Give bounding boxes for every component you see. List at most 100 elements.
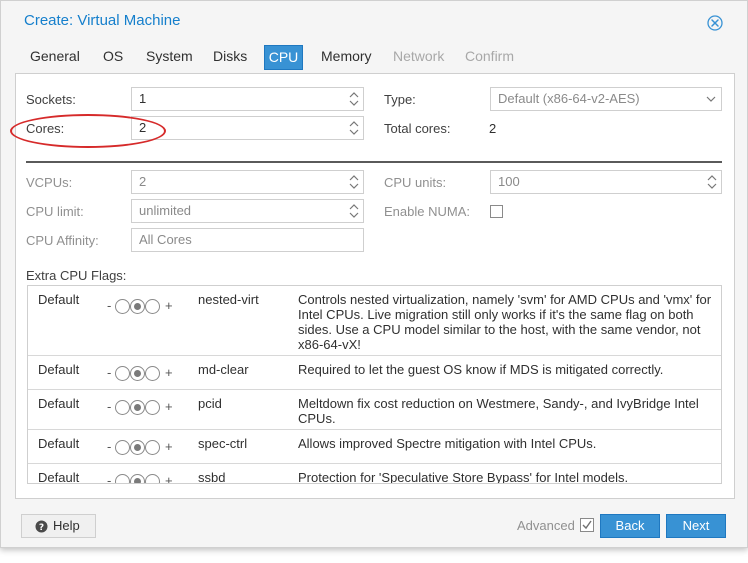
flag-plus-label: + [165,365,173,380]
cpu-affinity-label: CPU Affinity: [26,233,99,248]
cores-value: 2 [139,120,147,135]
total-cores-value: 2 [489,121,497,136]
cpu-flags-grid: Default - + nested-virt Controls nested … [27,285,722,484]
type-select[interactable]: Default (x86-64-v2-AES) [490,87,722,111]
flag-name: spec-ctrl [198,436,248,451]
tab-confirm: Confirm [465,48,515,64]
cores-spinner[interactable]: 2 [131,116,364,140]
spinner-icon[interactable] [707,174,717,190]
flag-tristate-toggle: - + [107,473,177,484]
flag-off-radio[interactable] [115,440,130,455]
back-button[interactable]: Back [600,514,660,538]
flag-minus-label: - [107,365,112,380]
table-row: Default - + nested-virt Controls nested … [28,286,721,356]
svg-text:?: ? [39,523,44,533]
flag-plus-label: + [165,473,173,484]
cpu-limit-label: CPU limit: [26,204,84,219]
close-icon[interactable] [707,15,723,31]
cpu-units-spinner[interactable]: 100 [490,170,722,194]
flag-default-radio[interactable] [130,299,145,314]
flag-state: Default [38,470,80,484]
spinner-icon[interactable] [349,120,359,136]
flag-on-radio[interactable] [145,366,160,381]
flag-tristate-toggle: - + [107,298,177,315]
flag-minus-label: - [107,298,112,313]
help-button[interactable]: ? Help [21,514,96,538]
cpu-limit-value: unlimited [139,203,192,218]
flag-description: Meltdown fix cost reduction on Westmere,… [298,396,699,426]
flag-on-radio[interactable] [145,474,160,483]
help-label: Help [53,518,80,533]
flag-plus-label: + [165,399,173,414]
flag-plus-label: + [165,439,173,454]
flag-state: Default [38,396,80,411]
flag-plus-label: + [165,298,173,313]
spinner-icon[interactable] [349,174,359,190]
flag-name: md-clear [198,362,249,377]
flag-description: Allows improved Spectre mitigation with … [298,436,597,451]
flag-on-radio[interactable] [145,440,160,455]
flag-off-radio[interactable] [115,474,130,483]
flag-on-radio[interactable] [145,299,160,314]
flag-state: Default [38,292,80,307]
flag-state: Default [38,436,80,451]
sockets-value: 1 [139,91,147,106]
enable-numa-checkbox[interactable] [490,205,503,218]
advanced-checkbox[interactable] [580,518,594,532]
dialog-title: Create: Virtual Machine [24,12,181,29]
table-row: Default - + pcid Meltdown fix cost reduc… [28,390,721,430]
cpu-units-value: 100 [498,174,520,189]
flag-minus-label: - [107,439,112,454]
spinner-icon[interactable] [349,91,359,107]
flag-off-radio[interactable] [115,366,130,381]
tab-os[interactable]: OS [97,45,129,70]
type-label: Type: [384,92,416,107]
sockets-spinner[interactable]: 1 [131,87,364,111]
flag-default-radio[interactable] [130,440,145,455]
flag-tristate-toggle: - + [107,365,177,382]
table-row: Default - + md-clear Required to let the… [28,356,721,390]
dialog-titlebar: Create: Virtual Machine [1,1,747,41]
flag-default-radio[interactable] [130,400,145,415]
advanced-label: Advanced [517,518,575,533]
flag-name: ssbd [198,470,226,484]
flag-description: Protection for 'Speculative Store Bypass… [298,470,629,484]
flag-description: Controls nested virtualization, namely '… [298,292,712,352]
tab-memory[interactable]: Memory [315,45,378,70]
cpu-units-label: CPU units: [384,175,447,190]
flag-off-radio[interactable] [115,400,130,415]
next-button[interactable]: Next [666,514,726,538]
enable-numa-label: Enable NUMA: [384,204,470,219]
tab-disks[interactable]: Disks [207,45,253,70]
cpu-panel: Sockets: 1 Type: Default (x86-64-v2-AES)… [10,73,735,499]
vcpus-label: VCPUs: [26,175,73,190]
cpu-limit-spinner[interactable]: unlimited [131,199,364,223]
tab-cpu[interactable]: CPU [264,45,303,70]
table-row: Default - + spec-ctrl Allows improved Sp… [28,430,721,464]
dialog-footer: ? Help Advanced Back Next [1,507,747,547]
vcpus-value: 2 [139,174,147,189]
create-vm-dialog: Create: Virtual Machine General OS Syste… [0,0,748,548]
section-separator [26,161,722,163]
type-value: Default (x86-64-v2-AES) [498,91,640,106]
vcpus-spinner[interactable]: 2 [131,170,364,194]
flag-tristate-toggle: - + [107,439,177,456]
flag-default-radio[interactable] [130,366,145,381]
flag-default-radio[interactable] [130,474,145,483]
sockets-label: Sockets: [26,92,76,107]
cpu-affinity-placeholder: All Cores [139,232,192,247]
tab-general[interactable]: General [24,45,86,70]
cores-label: Cores: [26,121,65,136]
flag-minus-label: - [107,473,112,484]
flag-on-radio[interactable] [145,400,160,415]
tab-system[interactable]: System [140,45,199,70]
flag-off-radio[interactable] [115,299,130,314]
flag-description: Required to let the guest OS know if MDS… [298,362,664,377]
table-row: Default - + ssbd Protection for 'Specula… [28,464,721,484]
extra-cpu-flags-label: Extra CPU Flags: [26,268,127,283]
flag-name: pcid [198,396,222,411]
spinner-icon[interactable] [349,203,359,219]
flag-state: Default [38,362,80,377]
dropdown-arrow-icon[interactable] [706,95,716,103]
cpu-affinity-input[interactable]: All Cores [131,228,364,252]
